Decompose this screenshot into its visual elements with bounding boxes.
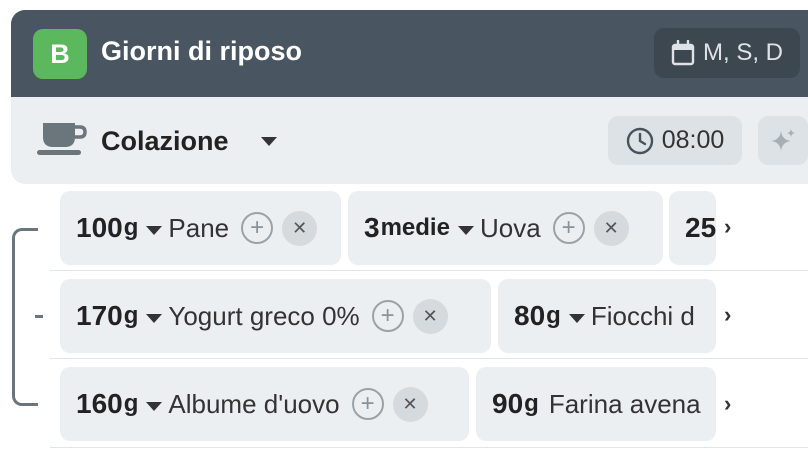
scroll-right-icon[interactable]: › (724, 214, 731, 240)
remove-food-button[interactable]: ✕ (593, 210, 629, 246)
meal-dropdown-caret-icon[interactable] (261, 137, 277, 146)
food-unit[interactable]: g (124, 302, 139, 330)
food-chip[interactable]: 3 medie Uova + ✕ (348, 191, 663, 265)
unit-dropdown-caret-icon[interactable] (146, 313, 163, 323)
time-label: 08:00 (661, 126, 725, 154)
row-divider (50, 270, 808, 271)
add-alternative-button[interactable]: + (241, 212, 274, 244)
food-name: Fiocchi d (590, 300, 695, 331)
group-bracket-tick (35, 315, 43, 318)
food-chip[interactable]: 100 g Pane + ✕ (60, 191, 341, 265)
scroll-right-icon[interactable]: › (724, 302, 731, 328)
food-unit[interactable]: medie (381, 214, 450, 242)
plan-header: B Giorni di riposo M, S, D (11, 10, 808, 97)
food-chip-truncated[interactable]: 80 g Fiocchi d (498, 279, 716, 353)
food-chip[interactable]: 170 g Yogurt greco 0% + ✕ (60, 279, 491, 353)
unit-dropdown-caret-icon[interactable] (146, 225, 163, 235)
food-quantity[interactable]: 100 (76, 212, 123, 244)
food-unit[interactable]: g (546, 302, 561, 330)
plan-badge: B (33, 29, 87, 79)
time-chip[interactable]: 08:00 (608, 116, 742, 165)
unit-dropdown-caret-icon[interactable] (457, 225, 474, 235)
days-chip[interactable]: M, S, D (654, 28, 800, 78)
unit-dropdown-caret-icon[interactable] (146, 401, 163, 411)
sparkles-icon (771, 128, 795, 151)
food-name: Uova (479, 212, 541, 243)
food-quantity[interactable]: 25 (685, 212, 716, 244)
add-alternative-button[interactable]: + (371, 300, 404, 332)
food-chip-truncated[interactable]: 90 g Farina avena (476, 367, 716, 441)
unit-dropdown-caret-icon[interactable] (568, 313, 585, 323)
add-alternative-button[interactable]: + (552, 212, 585, 244)
food-name: Pane (168, 212, 230, 243)
remove-food-button[interactable]: ✕ (282, 210, 318, 246)
meal-title[interactable]: Colazione (101, 124, 229, 158)
food-name: Farina avena (548, 388, 701, 419)
food-chip[interactable]: 160 g Albume d'uovo + ✕ (60, 367, 469, 441)
coffee-cup-icon (37, 123, 87, 155)
food-chip-truncated[interactable]: 25 (669, 191, 716, 265)
food-quantity[interactable]: 3 (364, 212, 380, 244)
food-name: Albume d'uovo (168, 388, 340, 419)
food-quantity[interactable]: 90 (492, 388, 523, 420)
add-alternative-button[interactable]: + (351, 388, 384, 420)
scroll-right-icon[interactable]: › (724, 391, 731, 417)
food-unit[interactable]: g (124, 214, 139, 242)
remove-food-button[interactable]: ✕ (392, 386, 428, 422)
row-divider (50, 447, 808, 448)
calendar-icon (671, 40, 695, 66)
food-unit[interactable]: g (524, 390, 539, 418)
meal-header: Colazione 08:00 (11, 97, 808, 184)
food-name: Yogurt greco 0% (168, 300, 360, 331)
food-unit[interactable]: g (124, 390, 139, 418)
ai-suggest-button[interactable] (758, 116, 808, 165)
food-quantity[interactable]: 160 (76, 388, 123, 420)
plan-title: Giorni di riposo (101, 36, 302, 66)
days-label: M, S, D (702, 39, 783, 66)
remove-food-button[interactable]: ✕ (412, 298, 448, 334)
food-quantity[interactable]: 170 (76, 300, 123, 332)
food-quantity[interactable]: 80 (514, 300, 545, 332)
row-divider (50, 358, 808, 359)
clock-icon (626, 127, 653, 154)
